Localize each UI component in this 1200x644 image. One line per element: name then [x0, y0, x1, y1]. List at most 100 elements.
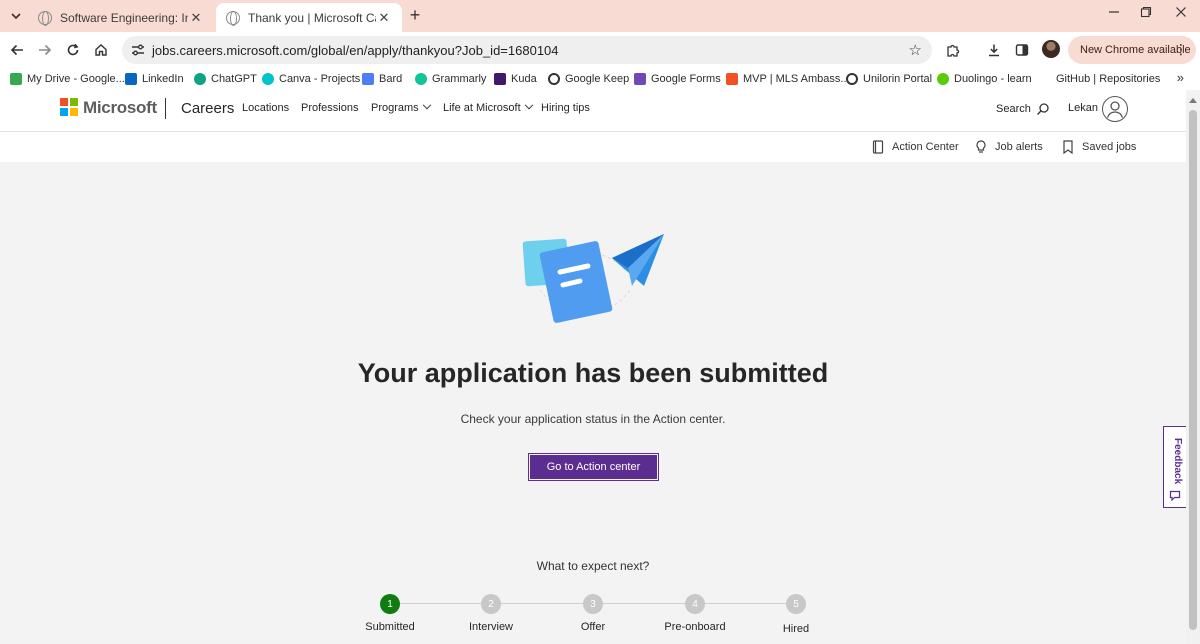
bookmark-canva-projects[interactable]: Canva - Projects [262, 71, 360, 87]
google-forms-icon [634, 73, 646, 85]
bookmark-label: Google Keep [565, 73, 630, 85]
tab-search-button[interactable] [6, 6, 26, 26]
job-alerts-link[interactable]: Job alerts [975, 140, 1043, 154]
tab-title: Thank you | Microsoft Careers [248, 10, 376, 25]
tab-title: Software Engineering: Internship [60, 10, 188, 25]
page-scrollbar[interactable] [1186, 96, 1200, 644]
step-2-circle: 2 [481, 594, 501, 614]
scrollbar-thumb[interactable] [1189, 110, 1197, 630]
new-chrome-available-button[interactable]: New Chrome available ⋮ [1068, 36, 1196, 64]
feedback-label: Feedback [1172, 437, 1183, 485]
minimize-button[interactable] [1103, 6, 1125, 26]
arrow-right-icon [39, 44, 52, 56]
site-header: Microsoft Careers Locations Professions … [0, 90, 1186, 162]
bookmark-chatgpt[interactable]: ChatGPT [194, 71, 257, 87]
close-icon[interactable]: ✕ [188, 10, 204, 26]
nav-label: Locations [242, 102, 290, 114]
new-tab-button[interactable]: + [405, 6, 425, 26]
microsoft-icon [726, 73, 738, 85]
bookmark-label: Canva - Projects [279, 73, 361, 85]
go-to-action-center-button[interactable]: Go to Action center [528, 453, 659, 481]
nav-label: Professions [301, 102, 359, 114]
nav-life-at-microsoft[interactable]: Life at Microsoft [443, 100, 533, 114]
scroll-up-arrow-icon[interactable] [1189, 98, 1197, 103]
canva-icon [262, 73, 274, 85]
download-icon [989, 44, 999, 57]
microsoft-wordmark[interactable]: Microsoft [83, 98, 157, 118]
globe-icon [38, 10, 52, 26]
site-settings-icon[interactable] [130, 42, 146, 58]
side-panel-button[interactable] [1011, 39, 1033, 61]
reload-icon [67, 43, 79, 56]
side-panel-icon [1015, 44, 1029, 56]
step-5-circle: 5 [786, 594, 806, 614]
nav-locations[interactable]: Locations [242, 102, 289, 114]
bookmarks-bar: » My Drive - Google... LinkedIn ChatGPT Can… [0, 68, 1200, 90]
bookmark-linkedin[interactable]: LinkedIn [125, 71, 184, 87]
search-button[interactable]: Search [996, 102, 1050, 116]
close-icon[interactable]: ✕ [376, 10, 392, 26]
restore-icon [1140, 6, 1152, 18]
search-icon [1036, 103, 1049, 115]
reload-button[interactable] [62, 39, 84, 61]
bookmark-label: Duolingo - learn [954, 73, 1032, 85]
extensions-button[interactable] [942, 39, 964, 61]
nav-professions[interactable]: Professions [301, 102, 358, 114]
downloads-button[interactable] [983, 39, 1005, 61]
linkedin-icon [125, 73, 137, 85]
back-button[interactable] [6, 39, 28, 61]
nav-programs[interactable]: Programs [371, 100, 431, 114]
nav-label: Programs [371, 102, 419, 114]
nav-label: Life at Microsoft [443, 102, 521, 114]
careers-page: Microsoft Careers Locations Professions … [0, 90, 1200, 644]
bookmark-unilorin-portal[interactable]: Unilorin Portal [846, 71, 932, 87]
chevron-double-right-icon[interactable]: » [1177, 70, 1184, 85]
bookmark-google-keep[interactable]: Google Keep [548, 71, 629, 87]
chevron-down-icon [524, 100, 533, 110]
tab-thank-you[interactable]: Thank you | Microsoft Careers ✕ [216, 3, 402, 32]
bookmark-label: My Drive - Google... [27, 73, 125, 85]
address-bar[interactable]: jobs.careers.microsoft.com/global/en/app… [122, 36, 932, 64]
utility-label: Action Center [892, 141, 959, 153]
confirmation-subline: Check your application status in the Act… [460, 412, 726, 426]
restore-button[interactable] [1135, 6, 1157, 26]
bookmark-mvp-mls-ambass[interactable]: MVP | MLS Ambass... [726, 71, 850, 87]
bookmark-label: MVP | MLS Ambass... [743, 73, 850, 85]
puzzle-icon [946, 44, 959, 57]
browser-tab-strip: Software Engineering: Internship ✕ Thank… [0, 0, 1200, 32]
bookmark-star-icon[interactable]: ☆ [909, 41, 922, 59]
bookmark-label: Google Forms [651, 73, 721, 85]
careers-link[interactable]: Careers [181, 100, 234, 117]
nav-hiring-tips[interactable]: Hiring tips [541, 102, 590, 114]
utility-label: Saved jobs [1082, 141, 1137, 153]
bookmark-duolingo-learn[interactable]: Duolingo - learn [937, 71, 1032, 87]
browser-toolbar: jobs.careers.microsoft.com/global/en/app… [0, 32, 1200, 68]
bookmark-bard[interactable]: Bard [362, 71, 402, 87]
tab-software-engineering[interactable]: Software Engineering: Internship ✕ [28, 3, 214, 32]
close-window-button[interactable] [1170, 6, 1192, 26]
user-avatar-icon[interactable] [1102, 96, 1128, 122]
bookmark-icon [1063, 140, 1073, 154]
bookmark-kuda[interactable]: Kuda [494, 71, 537, 87]
bookmark-label: Kuda [511, 73, 537, 85]
forward-button[interactable] [34, 39, 56, 61]
url-text: jobs.careers.microsoft.com/global/en/app… [152, 43, 559, 58]
bookmark-google-forms[interactable]: Google Forms [634, 71, 721, 87]
bookmark-grammarly[interactable]: Grammarly [415, 71, 486, 87]
google-drive-icon [10, 73, 22, 85]
bookmark-my-drive-google[interactable]: My Drive - Google... [10, 71, 125, 87]
utility-label: Job alerts [995, 141, 1043, 153]
bookmark-github-repositories[interactable]: GitHub | Repositories [1056, 71, 1160, 87]
minimize-icon [1109, 11, 1119, 13]
profile-avatar[interactable] [1042, 40, 1060, 58]
home-button[interactable] [90, 39, 112, 61]
arrow-left-icon [10, 44, 23, 56]
microsoft-logo-icon[interactable] [60, 98, 78, 116]
globe-icon [548, 73, 560, 85]
user-name[interactable]: Lekan [1068, 102, 1098, 114]
feedback-icon [1169, 490, 1181, 501]
header-divider [0, 131, 1186, 132]
feedback-button[interactable]: Feedback [1163, 426, 1187, 508]
saved-jobs-link[interactable]: Saved jobs [1062, 140, 1136, 154]
action-center-link[interactable]: Action Center [872, 140, 959, 154]
